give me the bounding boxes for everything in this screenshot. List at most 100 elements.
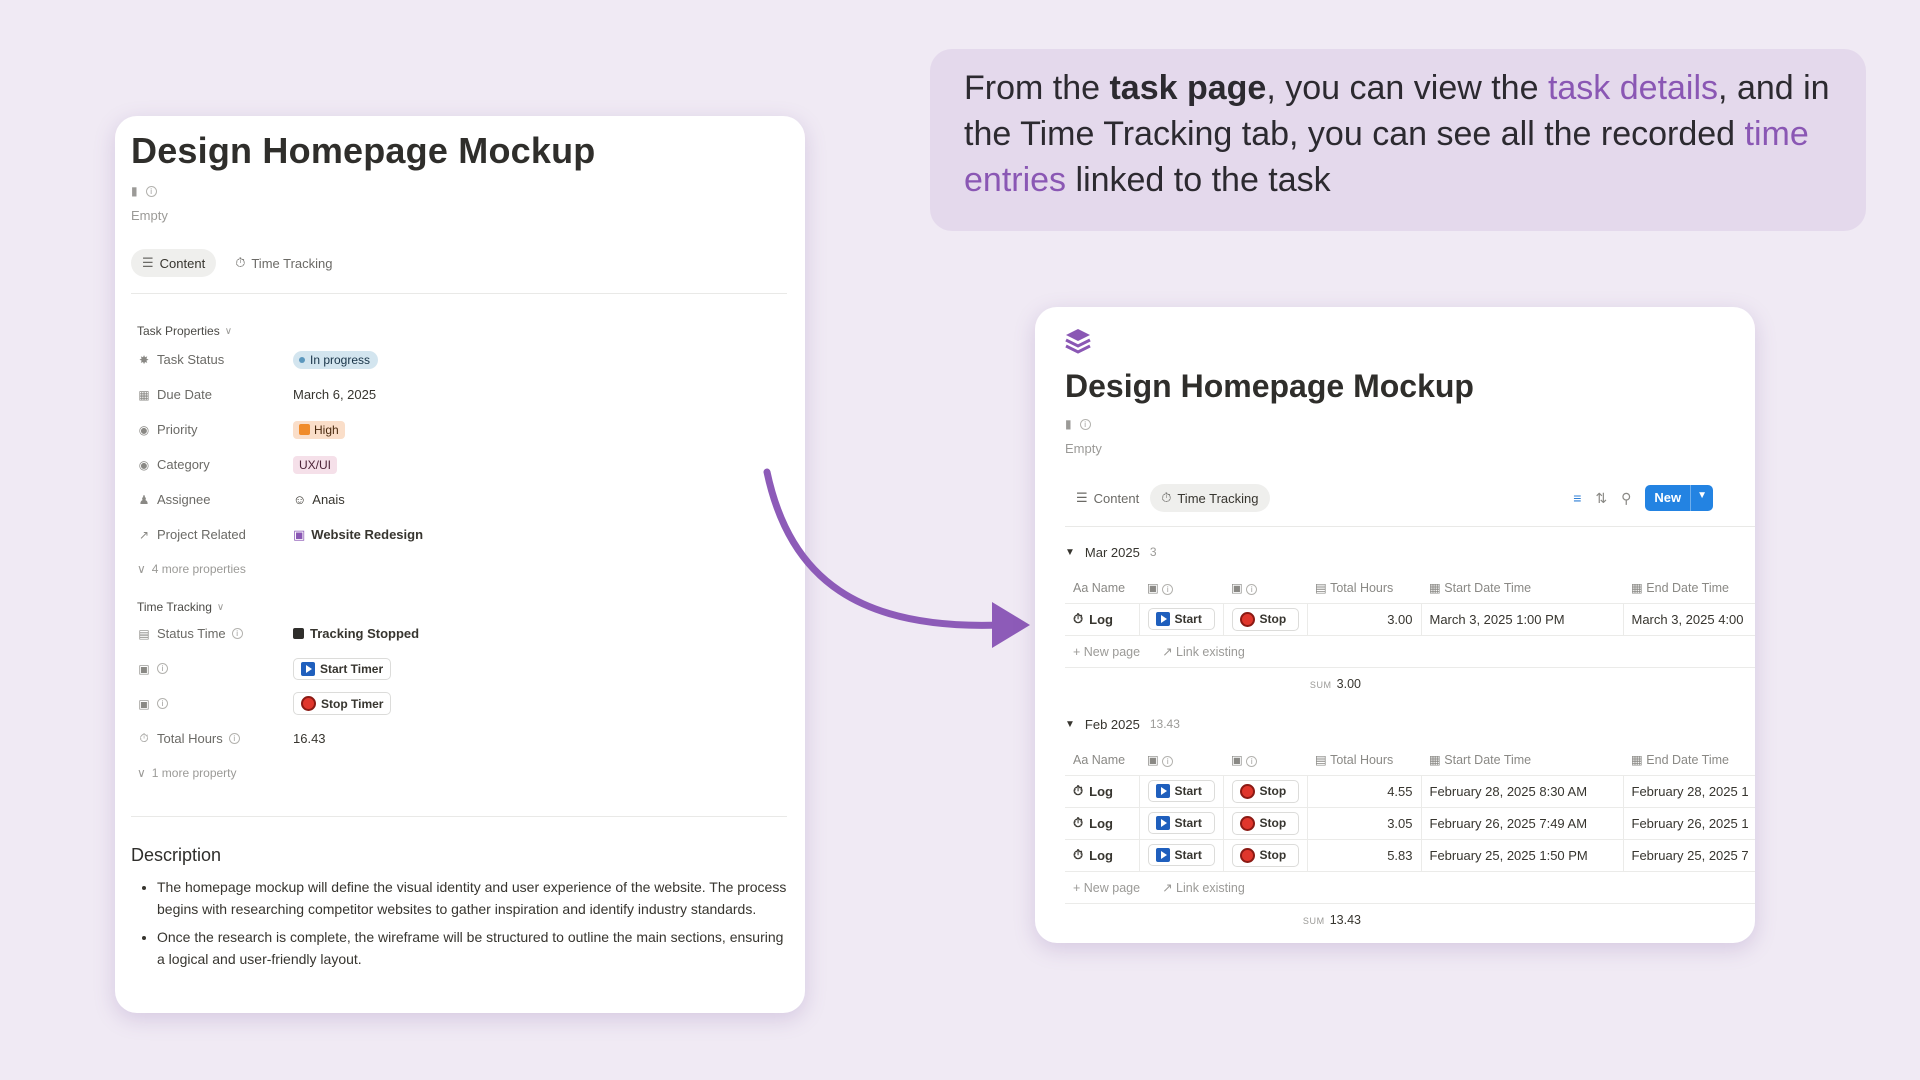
group-header-feb-2025[interactable]: ▼ Feb 2025 13.43 <box>1065 713 1755 735</box>
end-date-cell[interactable]: February 25, 2025 7 <box>1622 838 1755 871</box>
tab-time-tracking[interactable]: ⏱ Time Tracking <box>1150 484 1270 512</box>
search-icon[interactable]: ⚲ <box>1621 490 1631 507</box>
info-icon[interactable]: i <box>157 663 168 674</box>
stop-button[interactable]: Stop <box>1231 811 1299 835</box>
stop-circle-icon <box>1239 815 1255 831</box>
prop-stop-timer[interactable]: ▣ i Stop Timer <box>137 686 787 721</box>
play-icon <box>1155 848 1170 863</box>
more-property-toggle[interactable]: ∨ 1 more property <box>137 756 787 790</box>
sum-cell[interactable]: SUM 3.00 <box>1065 677 1361 691</box>
column-header-total-hours[interactable]: ▤ Total Hours <box>1307 573 1421 603</box>
prop-task-status[interactable]: ✸ Task Status In progress <box>137 342 787 377</box>
stop-button[interactable]: Stop <box>1231 607 1299 631</box>
toggle-triangle-icon[interactable]: ▼ <box>1065 547 1075 558</box>
column-header-stop-button[interactable]: ▣ i <box>1223 573 1307 603</box>
prop-status-time[interactable]: ▤ Status Time i Tracking Stopped <box>137 616 787 651</box>
button-label: Stop <box>1259 784 1287 798</box>
end-date-cell[interactable]: March 3, 2025 4:00 <box>1622 602 1755 635</box>
empty-placeholder[interactable]: Empty <box>131 208 787 223</box>
stop-circle-icon <box>301 696 316 711</box>
info-icon[interactable]: i <box>228 733 240 744</box>
chevron-down-icon[interactable]: ▼ <box>1690 485 1713 511</box>
info-icon: i <box>1246 584 1258 596</box>
orange-square-icon <box>299 424 310 435</box>
table-row[interactable]: ⏱ Log Start Stop 4.55 February 28, 2025 8… <box>1065 774 1755 807</box>
tab-time-tracking[interactable]: ⏱ Time Tracking <box>224 249 343 277</box>
priority-value: High <box>314 422 339 437</box>
start-button[interactable]: Start <box>1147 812 1215 834</box>
info-icon[interactable]: i <box>157 698 168 709</box>
total-hours-cell[interactable]: 3.05 <box>1306 806 1421 839</box>
more-properties-toggle[interactable]: ∨ 4 more properties <box>137 552 787 586</box>
text-type-icon: Aa <box>1073 580 1089 595</box>
prop-assignee[interactable]: ♟ Assignee ☺ Anais <box>137 482 787 517</box>
empty-placeholder[interactable]: Empty <box>1065 441 1755 456</box>
button-property-icon[interactable]: ▮ <box>131 184 138 198</box>
category-badge[interactable]: UX/UI <box>293 455 338 474</box>
stop-button[interactable]: Stop <box>1231 779 1299 803</box>
tab-content[interactable]: ☰ Content <box>1065 484 1150 512</box>
project-link[interactable]: Website Redesign <box>311 527 423 542</box>
log-name[interactable]: Log <box>1089 612 1113 627</box>
table-row[interactable]: ⏱ Log Start Stop 5.83 February 25, 2025 1… <box>1065 838 1755 871</box>
new-button[interactable]: New ▼ <box>1645 485 1713 511</box>
info-icon[interactable]: i <box>1079 418 1091 430</box>
new-page-button[interactable]: + New page <box>1073 881 1140 895</box>
prop-total-hours[interactable]: ⏱ Total Hours i 16.43 <box>137 721 787 756</box>
filter-icon[interactable]: ≡ <box>1573 490 1581 506</box>
total-hours-cell[interactable]: 4.55 <box>1306 774 1421 807</box>
column-header-start-date[interactable]: ▦ Start Date Time <box>1421 573 1623 603</box>
prop-priority[interactable]: ◉ Priority High <box>137 412 787 447</box>
column-header-start-date[interactable]: ▦ Start Date Time <box>1421 745 1623 775</box>
group-header-mar-2025[interactable]: ▼ Mar 2025 3 <box>1065 541 1755 563</box>
new-page-button[interactable]: + New page <box>1073 645 1140 659</box>
total-hours-cell[interactable]: 5.83 <box>1306 838 1421 871</box>
end-date-cell[interactable]: February 26, 2025 1 <box>1622 806 1755 839</box>
time-tracking-header[interactable]: Time Tracking ∨ <box>137 600 787 614</box>
sum-cell[interactable]: SUM 13.43 <box>1065 913 1361 927</box>
status-badge[interactable]: In progress <box>293 350 379 369</box>
start-button[interactable]: Start <box>1147 608 1215 631</box>
divider <box>131 816 787 817</box>
total-hours-cell[interactable]: 3.00 <box>1306 602 1421 635</box>
stop-button[interactable]: Stop <box>1231 843 1299 867</box>
end-date-cell[interactable]: February 28, 2025 1 <box>1622 774 1755 807</box>
start-button[interactable]: Start <box>1147 780 1215 802</box>
start-date-cell[interactable]: March 3, 2025 1:00 PM <box>1420 602 1623 635</box>
sort-icon[interactable]: ⇅ <box>1595 490 1607 507</box>
relation-arrow-icon: ↗ <box>138 527 150 542</box>
column-header-name[interactable]: Aa Name <box>1065 745 1139 775</box>
start-timer-button[interactable]: Start Timer <box>293 657 392 680</box>
table-row[interactable]: ⏱ Log Start Stop 3.00 March 3, 2025 1:00 … <box>1065 602 1755 635</box>
priority-badge[interactable]: High <box>293 420 345 439</box>
toggle-triangle-icon[interactable]: ▼ <box>1065 719 1075 730</box>
log-name[interactable]: Log <box>1089 784 1113 799</box>
prop-due-date[interactable]: ▦ Due Date March 6, 2025 <box>137 377 787 412</box>
prop-category[interactable]: ◉ Category UX/UI <box>137 447 787 482</box>
column-header-total-hours[interactable]: ▤ Total Hours <box>1307 745 1421 775</box>
start-date-cell[interactable]: February 26, 2025 7:49 AM <box>1420 806 1623 839</box>
table-row[interactable]: ⏱ Log Start Stop 3.05 February 26, 2025 7… <box>1065 806 1755 839</box>
log-name[interactable]: Log <box>1089 848 1113 863</box>
link-existing-button[interactable]: ↗ Link existing <box>1162 880 1245 895</box>
info-icon[interactable]: i <box>145 185 157 197</box>
column-header-name[interactable]: Aa Name <box>1065 573 1139 603</box>
link-existing-button[interactable]: ↗ Link existing <box>1162 644 1245 659</box>
column-header-end-date[interactable]: ▦ End Date Time <box>1623 573 1755 603</box>
prop-project-related[interactable]: ↗ Project Related ▣ Website Redesign <box>137 517 787 552</box>
column-header-start-button[interactable]: ▣ i <box>1139 573 1223 603</box>
prop-start-timer[interactable]: ▣ i Start Timer <box>137 651 787 686</box>
start-date-cell[interactable]: February 25, 2025 1:50 PM <box>1420 838 1623 871</box>
column-header-stop-button[interactable]: ▣ i <box>1223 745 1307 775</box>
tab-content[interactable]: ☰ Content <box>131 249 217 277</box>
log-name[interactable]: Log <box>1089 816 1113 831</box>
column-header-start-button[interactable]: ▣ i <box>1139 745 1223 775</box>
column-header-end-date[interactable]: ▦ End Date Time <box>1623 745 1755 775</box>
chevron-down-icon: ∨ <box>137 766 146 780</box>
task-properties-header[interactable]: Task Properties ∨ <box>137 324 787 338</box>
start-date-cell[interactable]: February 28, 2025 8:30 AM <box>1420 774 1623 807</box>
button-property-icon[interactable]: ▮ <box>1065 417 1072 431</box>
stop-timer-button[interactable]: Stop Timer <box>293 692 392 715</box>
start-button[interactable]: Start <box>1147 844 1215 867</box>
info-icon[interactable]: i <box>231 628 243 639</box>
